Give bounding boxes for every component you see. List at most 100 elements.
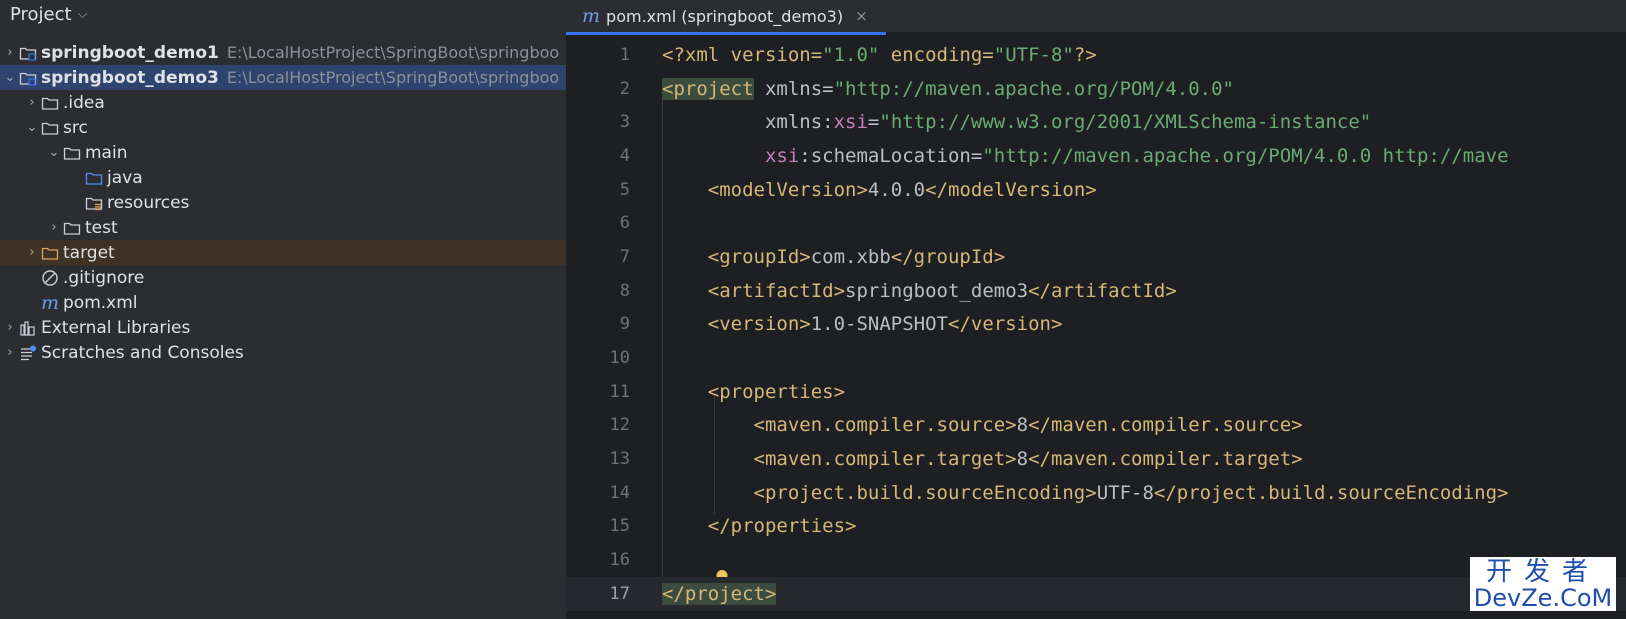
- tree-item-java[interactable]: java: [0, 165, 566, 190]
- chevron-right-icon[interactable]: ›: [2, 315, 18, 340]
- line-number: 1: [619, 44, 630, 65]
- tree-item-src[interactable]: ⌄ src: [0, 115, 566, 140]
- module-path: E:\LocalHostProject\SpringBoot\springboo: [226, 68, 560, 87]
- tree-item-test[interactable]: › test: [0, 215, 566, 240]
- code-line[interactable]: 13 <maven.compiler.target>8</maven.compi…: [566, 442, 1626, 476]
- tree-item-target[interactable]: › target: [0, 240, 566, 265]
- panel-title: Project: [10, 3, 72, 25]
- line-number: 2: [619, 78, 630, 99]
- project-view-selector[interactable]: Project ⌵: [0, 0, 566, 28]
- line-number: 10: [609, 348, 630, 369]
- tree-item-label: src: [63, 117, 88, 138]
- line-number: 14: [609, 482, 630, 503]
- folder-icon: [40, 118, 60, 138]
- intention-bulb-icon[interactable]: [664, 550, 728, 586]
- code-line[interactable]: 6: [566, 206, 1626, 240]
- tree-item-label: target: [63, 242, 115, 263]
- code-text: <project.build.sourceEncoding>UTF-8</pro…: [753, 481, 1509, 504]
- tree-item-label: java: [107, 167, 143, 188]
- watermark-text: 开发者: [1485, 557, 1600, 587]
- code-text: <maven.compiler.source>8</maven.compiler…: [753, 414, 1303, 437]
- maven-icon: m: [40, 291, 60, 314]
- line-number: 15: [609, 516, 630, 537]
- close-icon[interactable]: ×: [855, 7, 868, 25]
- code-line[interactable]: 11 <properties>: [566, 375, 1626, 409]
- code-text: <properties>: [707, 380, 846, 403]
- tab-label: pom.xml (springboot_demo3): [606, 6, 844, 26]
- chevron-right-icon[interactable]: ›: [24, 240, 40, 265]
- code-line[interactable]: 1 <?xml version="1.0" encoding="UTF-8"?>: [566, 38, 1626, 72]
- tree-item-label: .gitignore: [63, 267, 145, 288]
- libraries-icon: [18, 318, 38, 338]
- chevron-down-icon[interactable]: ⌄: [2, 65, 18, 90]
- line-number: 6: [619, 213, 630, 234]
- folder-icon: [62, 218, 82, 238]
- tree-item-resources[interactable]: resources: [0, 190, 566, 215]
- folder-icon: [62, 143, 82, 163]
- project-tree[interactable]: › springboot_demo1 E:\LocalHostProject\S…: [0, 40, 566, 365]
- code-line[interactable]: 4 xsi:schemaLocation="http://maven.apach…: [566, 139, 1626, 173]
- code-text: <modelVersion>4.0.0</modelVersion>: [707, 178, 1097, 201]
- maven-icon: m: [582, 5, 601, 27]
- tree-item-label: springboot_demo1: [41, 42, 219, 63]
- line-number: 11: [609, 381, 630, 402]
- line-number: 16: [609, 550, 630, 571]
- code-line[interactable]: 14 <project.build.sourceEncoding>UTF-8</…: [566, 476, 1626, 510]
- code-text: <project xmlns="http://maven.apache.org/…: [662, 77, 1234, 100]
- tree-item-label: Scratches and Consoles: [41, 342, 244, 363]
- line-number: 12: [609, 415, 630, 436]
- chevron-right-icon[interactable]: ›: [2, 40, 18, 65]
- tree-item-label: External Libraries: [41, 317, 191, 338]
- chevron-right-icon[interactable]: ›: [24, 90, 40, 115]
- chevron-down-icon[interactable]: ⌄: [46, 140, 62, 165]
- code-text: </properties>: [707, 515, 857, 538]
- tree-item-idea[interactable]: › .idea: [0, 90, 566, 115]
- source-folder-icon: [84, 168, 104, 188]
- tree-item-gitignore[interactable]: .gitignore: [0, 265, 566, 290]
- folder-icon: [40, 93, 60, 113]
- chevron-down-icon[interactable]: ⌄: [24, 115, 40, 140]
- tree-item-pom[interactable]: m pom.xml: [0, 290, 566, 315]
- code-text-area[interactable]: 1 <?xml version="1.0" encoding="UTF-8"?>…: [566, 38, 1626, 619]
- line-number: 4: [619, 145, 630, 166]
- code-line[interactable]: 16: [566, 543, 1626, 586]
- module-folder-icon: [18, 43, 38, 63]
- code-line[interactable]: 3 xmlns:xsi="http://www.w3.org/2001/XMLS…: [566, 105, 1626, 139]
- code-line[interactable]: 7 <groupId>com.xbb</groupId>: [566, 240, 1626, 274]
- chevron-right-icon[interactable]: ›: [2, 340, 18, 365]
- code-editor: m pom.xml (springboot_demo3) × 1 <?xml v…: [566, 0, 1626, 619]
- resources-folder-icon: [84, 193, 104, 213]
- ide-window: Project ⌵ › springboot_demo1 E:\LocalHos…: [0, 0, 1626, 619]
- code-text: <artifactId>springboot_demo3</artifactId…: [707, 279, 1177, 302]
- tree-item-springboot-demo3[interactable]: ⌄ springboot_demo3 E:\LocalHostProject\S…: [0, 65, 566, 90]
- excluded-folder-icon: [40, 243, 60, 263]
- module-folder-icon: [18, 68, 38, 88]
- tree-item-label: springboot_demo3: [41, 67, 219, 88]
- code-text: <version>1.0-SNAPSHOT</version>: [707, 313, 1063, 336]
- code-line[interactable]: 5 <modelVersion>4.0.0</modelVersion>: [566, 173, 1626, 207]
- code-line[interactable]: 10: [566, 341, 1626, 375]
- code-line-current[interactable]: 17 </project>: [566, 577, 1626, 611]
- code-line[interactable]: 8 <artifactId>springboot_demo3</artifact…: [566, 274, 1626, 308]
- line-number: 9: [619, 314, 630, 335]
- module-path: E:\LocalHostProject\SpringBoot\springboo: [226, 43, 560, 62]
- code-line[interactable]: 2 <project xmlns="http://maven.apache.or…: [566, 72, 1626, 106]
- gitignore-icon: [40, 268, 60, 288]
- code-line[interactable]: 15 </properties>: [566, 510, 1626, 544]
- site-watermark-logo: 开发者 DevZe.CoM: [1470, 557, 1616, 611]
- scratches-icon: [18, 343, 38, 363]
- tree-item-springboot-demo1[interactable]: › springboot_demo1 E:\LocalHostProject\S…: [0, 40, 566, 65]
- tree-item-external-libraries[interactable]: › External Libraries: [0, 315, 566, 340]
- project-tool-window: Project ⌵ › springboot_demo1 E:\LocalHos…: [0, 0, 566, 619]
- editor-tab-bar: m pom.xml (springboot_demo3) ×: [566, 0, 1626, 35]
- chevron-right-icon[interactable]: ›: [46, 215, 62, 240]
- tab-pom-xml[interactable]: m pom.xml (springboot_demo3) ×: [566, 0, 886, 35]
- tree-item-main[interactable]: ⌄ main: [0, 140, 566, 165]
- code-text: <maven.compiler.target>8</maven.compiler…: [753, 448, 1303, 471]
- code-text: xmlns:xsi="http://www.w3.org/2001/XMLSch…: [662, 111, 1372, 134]
- line-number: 7: [619, 246, 630, 267]
- tree-item-label: test: [85, 217, 118, 238]
- code-line[interactable]: 12 <maven.compiler.source>8</maven.compi…: [566, 409, 1626, 443]
- code-line[interactable]: 9 <version>1.0-SNAPSHOT</version>: [566, 308, 1626, 342]
- tree-item-scratches[interactable]: › Scratches and Consoles: [0, 340, 566, 365]
